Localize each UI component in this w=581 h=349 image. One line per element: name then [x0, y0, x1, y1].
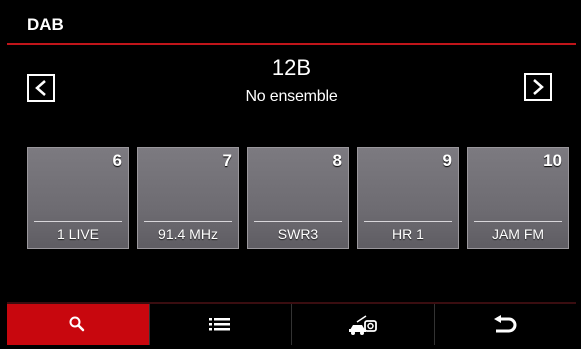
list-icon: [209, 317, 231, 330]
preset-station-name: HR 1: [392, 226, 424, 242]
bottom-toolbar: [7, 304, 576, 345]
search-button[interactable]: [7, 304, 149, 345]
next-channel-button[interactable]: [524, 73, 552, 101]
search-icon: [69, 316, 84, 331]
preset-list: 6 1 LIVE 7 91.4 MHz 8 SWR3 9 HR 1 10 JAM…: [27, 147, 569, 249]
preset-number: 8: [332, 151, 342, 170]
chevron-right-icon: [533, 79, 544, 95]
dab-screen: DAB 12B No ensemble 6 1 LIVE 7 91.4 MHz …: [7, 5, 576, 345]
traffic-announcement-icon: [348, 314, 377, 335]
preset-number: 6: [112, 151, 122, 170]
preset-divider: [144, 221, 232, 222]
preset-station-name: 1 LIVE: [56, 226, 100, 242]
preset-number: 7: [222, 151, 232, 170]
channel-name: 12B: [271, 55, 312, 80]
preset-8[interactable]: 8 SWR3: [247, 147, 349, 249]
traffic-announcement-button[interactable]: [291, 304, 434, 345]
station-list-button[interactable]: [148, 304, 292, 345]
app-title: DAB: [27, 15, 64, 34]
preset-number: 10: [543, 151, 562, 170]
preset-divider: [474, 221, 562, 222]
preset-6[interactable]: 6 1 LIVE: [27, 147, 129, 249]
header: DAB: [7, 5, 576, 42]
preset-divider: [364, 221, 452, 222]
back-icon: [494, 314, 517, 332]
preset-9[interactable]: 9 HR 1: [357, 147, 459, 249]
preset-divider: [34, 221, 122, 222]
preset-10[interactable]: 10 JAM FM: [467, 147, 569, 249]
preset-station-name: SWR3: [277, 226, 319, 242]
preset-number: 9: [442, 151, 452, 170]
preset-station-name: 91.4 MHz: [158, 226, 218, 242]
preset-divider: [254, 221, 342, 222]
header-divider: [7, 43, 576, 45]
preset-7[interactable]: 7 91.4 MHz: [137, 147, 239, 249]
preset-station-name: JAM FM: [491, 226, 545, 242]
back-button[interactable]: [433, 304, 577, 345]
ensemble-name: No ensemble: [245, 88, 338, 105]
